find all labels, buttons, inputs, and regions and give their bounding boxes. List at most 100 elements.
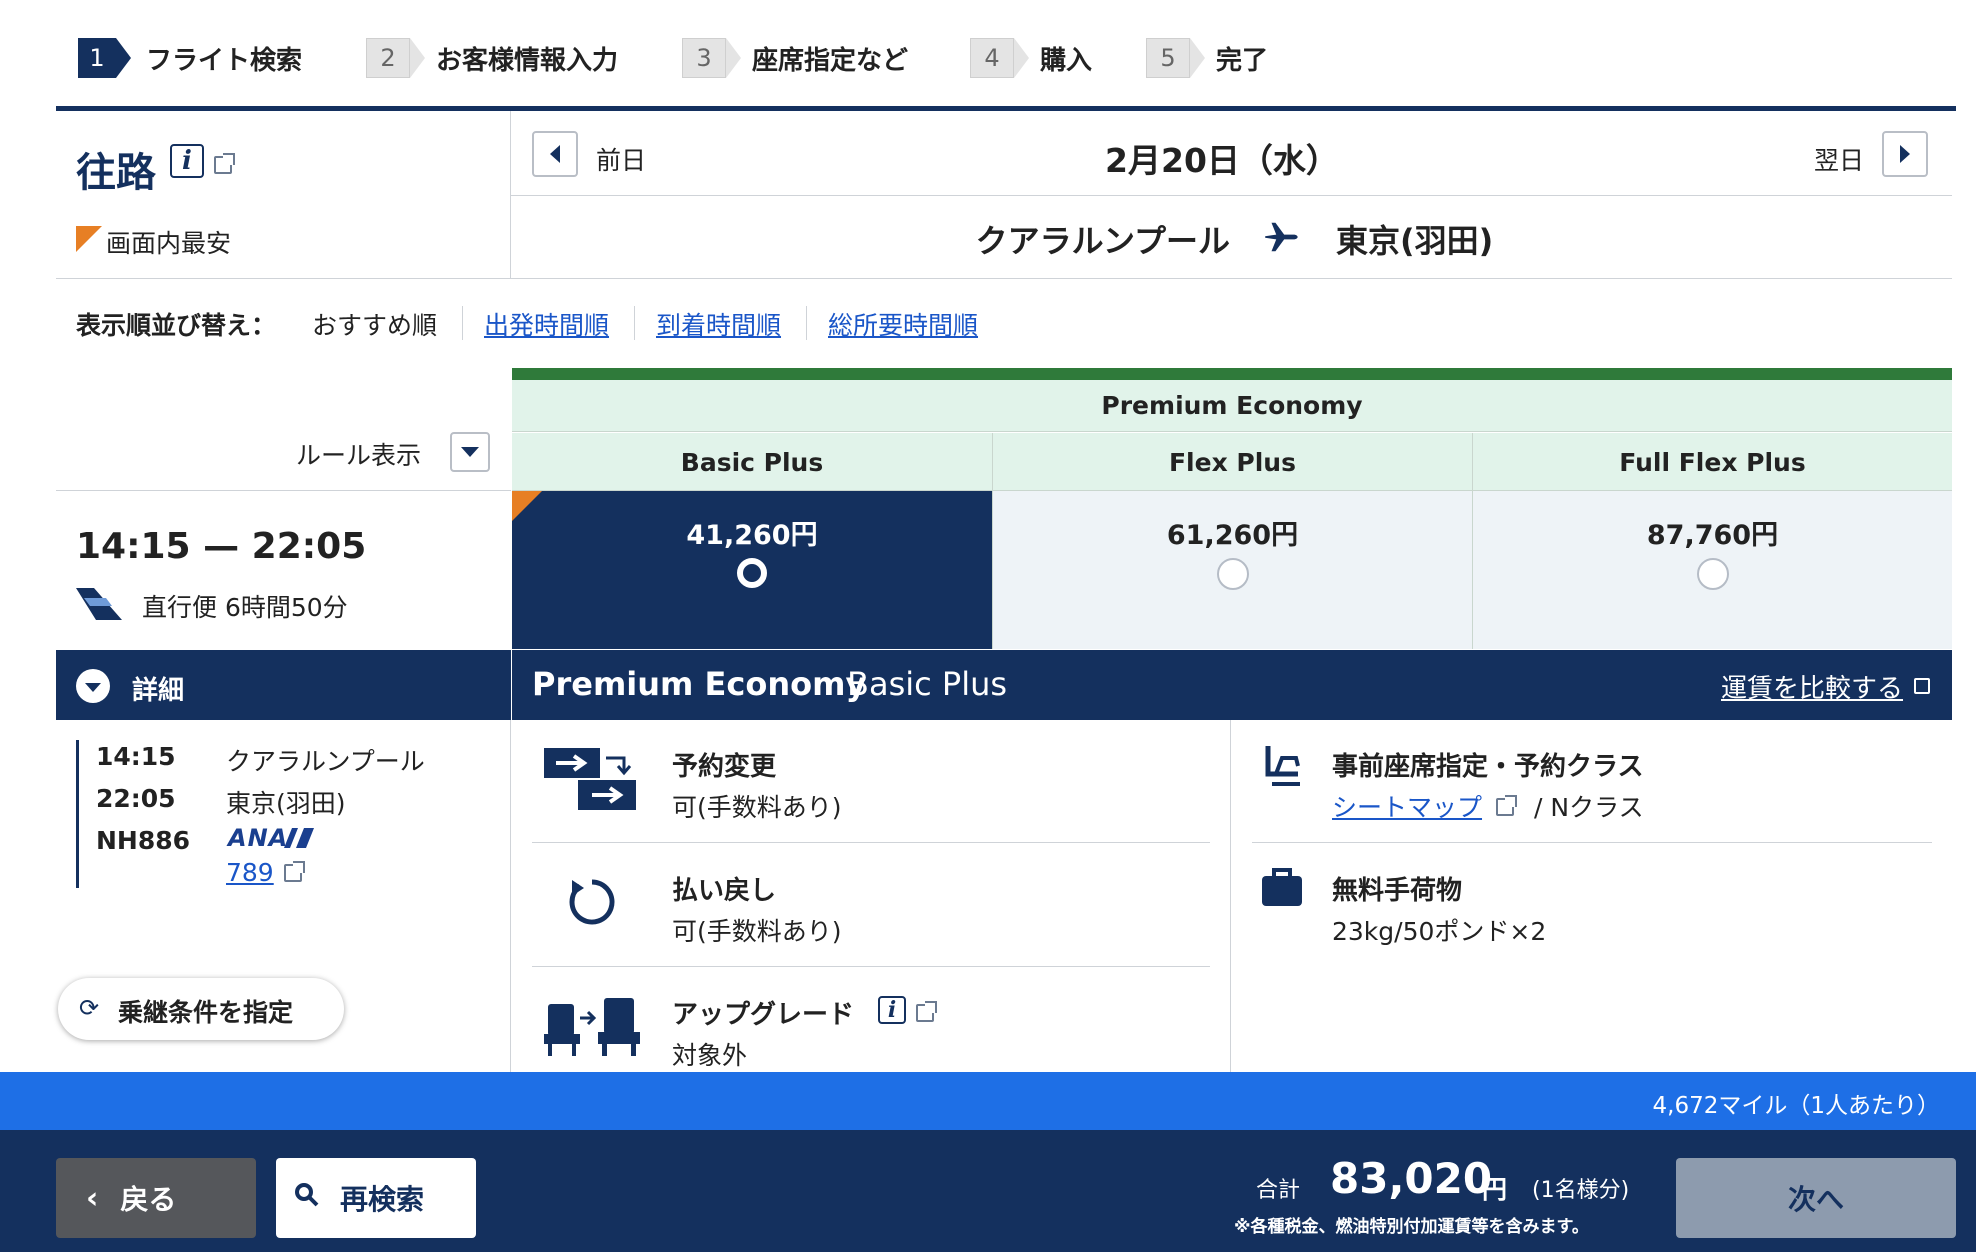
- fare-name-full-flex-plus: Full Flex Plus: [1473, 433, 1952, 491]
- info-icon[interactable]: i: [878, 996, 906, 1024]
- research-label: 再検索: [340, 1183, 425, 1216]
- step-label: 完了: [1216, 45, 1269, 76]
- fare-price: 41,260円: [686, 520, 818, 551]
- back-label: 戻る: [120, 1183, 177, 1216]
- selected-fare-name: Basic Plus: [847, 665, 1008, 703]
- fare-class-accent: [512, 368, 1952, 380]
- external-link-icon: [916, 1001, 937, 1022]
- divider: [56, 490, 511, 491]
- miles-earned: 4,672マイル（1人あたり）: [1652, 1093, 1940, 1119]
- upgrade-title: アップグレード: [672, 1000, 855, 1030]
- seat-map-link[interactable]: シートマップ: [1332, 788, 1482, 824]
- miles-band: 4,672マイル（1人あたり）: [0, 1072, 1976, 1130]
- passenger-count: (1名様分): [1532, 1178, 1630, 1203]
- ana-logo: ANA: [228, 824, 289, 852]
- refresh-icon: ⟳: [78, 994, 100, 1022]
- chevron-down-icon: [76, 669, 110, 703]
- separator: [462, 306, 463, 340]
- direction-title: 往路: [76, 150, 156, 196]
- step-number: 2: [366, 38, 425, 78]
- external-link-icon: [284, 861, 305, 882]
- details-toggle[interactable]: 詳細: [56, 650, 511, 720]
- rules-toggle-button[interactable]: [450, 432, 490, 472]
- baggage-icon: [1260, 866, 1304, 912]
- next-day-button[interactable]: [1882, 131, 1928, 177]
- divider: [532, 966, 1210, 967]
- total-price: 83,020: [1330, 1154, 1493, 1203]
- divider: [511, 195, 1952, 196]
- details-label: 詳細: [132, 676, 185, 706]
- next-day-label[interactable]: 翌日: [1814, 141, 1864, 177]
- fare-option-basic-plus[interactable]: 41,260円: [512, 491, 993, 649]
- divider: [56, 278, 1952, 279]
- fare-radio[interactable]: [1696, 558, 1729, 590]
- divider: [1230, 720, 1231, 1072]
- separator: [806, 306, 807, 340]
- flight-times: 14:15 — 22:05: [76, 526, 367, 567]
- step-number: 3: [682, 38, 741, 78]
- step-number: 4: [970, 38, 1029, 78]
- change-title: 予約変更: [672, 752, 777, 782]
- info-icon[interactable]: i: [170, 144, 204, 178]
- fare-option-flex-plus[interactable]: 61,260円: [993, 491, 1473, 649]
- fare-option-full-flex-plus[interactable]: 87,760円: [1473, 491, 1952, 649]
- refund-icon: [566, 876, 618, 932]
- prev-day-label[interactable]: 前日: [596, 141, 646, 177]
- step-label: 購入: [1040, 45, 1093, 76]
- back-button[interactable]: ‹ 戻る: [56, 1158, 256, 1238]
- divider: [532, 842, 1210, 843]
- sort-option-duration[interactable]: 総所要時間順: [828, 306, 978, 342]
- fare-price: 87,760円: [1646, 520, 1779, 551]
- seat-icon: [1262, 744, 1302, 790]
- refund-title: 払い戻し: [672, 876, 777, 906]
- caret-left-icon: [550, 145, 560, 163]
- step-label: 座席指定など: [752, 45, 909, 76]
- destination-city: 東京(羽田): [1336, 222, 1494, 260]
- selected-date: 2月20日（水）: [1105, 141, 1339, 180]
- next-button[interactable]: 次へ: [1676, 1158, 1956, 1238]
- arrive-city: 東京(羽田): [226, 789, 346, 818]
- sort-option-departure[interactable]: 出発時間順: [484, 306, 609, 342]
- ana-logo-mark: [284, 828, 314, 848]
- separator: [634, 306, 635, 340]
- external-link-icon: [214, 153, 235, 174]
- step-number: 5: [1146, 38, 1205, 78]
- fare-cabin-header: Premium Economy: [512, 380, 1952, 432]
- fare-name-basic-plus: Basic Plus: [512, 433, 993, 491]
- booking-class: / Nクラス: [1534, 793, 1644, 822]
- tax-note: ※各種税金、燃油特別付加運賃等を含みます。: [1234, 1217, 1589, 1237]
- origin-city: クアラルンプール: [975, 222, 1230, 260]
- stepper-divider: [56, 106, 1956, 111]
- rules-toggle-label[interactable]: ルール表示: [296, 436, 421, 472]
- cheapest-flag-icon: [76, 226, 102, 252]
- research-button[interactable]: 再検索: [276, 1158, 476, 1238]
- upgrade-value: 対象外: [672, 1041, 748, 1070]
- caret-right-icon: [1900, 145, 1910, 163]
- change-reservation-icon: [544, 746, 640, 816]
- airplane-icon: [1262, 218, 1300, 260]
- selected-fare-cabin: Premium Economy: [532, 665, 867, 703]
- prev-day-button[interactable]: [532, 131, 578, 177]
- compare-fares-link[interactable]: 運賃を比較する: [1721, 668, 1903, 705]
- fare-radio[interactable]: [737, 558, 767, 588]
- cheapest-legend: 画面内最安: [106, 229, 232, 258]
- step-label: フライト検索: [146, 45, 303, 76]
- sort-option-arrival[interactable]: 到着時間順: [656, 306, 781, 342]
- step-label: お客様情報入力: [436, 45, 619, 76]
- step-1: 1 フライト検索: [78, 38, 302, 78]
- upgrade-seat-icon: [544, 994, 640, 1062]
- change-value: 可(手数料あり): [672, 793, 842, 822]
- sort-option-recommended[interactable]: おすすめ順: [312, 306, 437, 342]
- ana-tail-icon: [76, 588, 122, 624]
- connection-condition-button[interactable]: ⟳ 乗継条件を指定: [58, 978, 344, 1040]
- fare-price: 61,260円: [1166, 520, 1299, 551]
- sort-label: 表示順並び替え：: [76, 311, 277, 340]
- flight-number: NH886: [96, 826, 191, 855]
- baggage-title: 無料手荷物: [1332, 876, 1463, 906]
- seat-title: 事前座席指定・予約クラス: [1332, 752, 1644, 782]
- selected-fare-bar: Premium Economy Basic Plus 運賃を比較する: [512, 650, 1952, 720]
- refund-value: 可(手数料あり): [672, 917, 842, 946]
- aircraft-link[interactable]: 789: [226, 858, 274, 887]
- fare-radio[interactable]: [1216, 558, 1249, 590]
- total-label: 合計: [1256, 1178, 1301, 1203]
